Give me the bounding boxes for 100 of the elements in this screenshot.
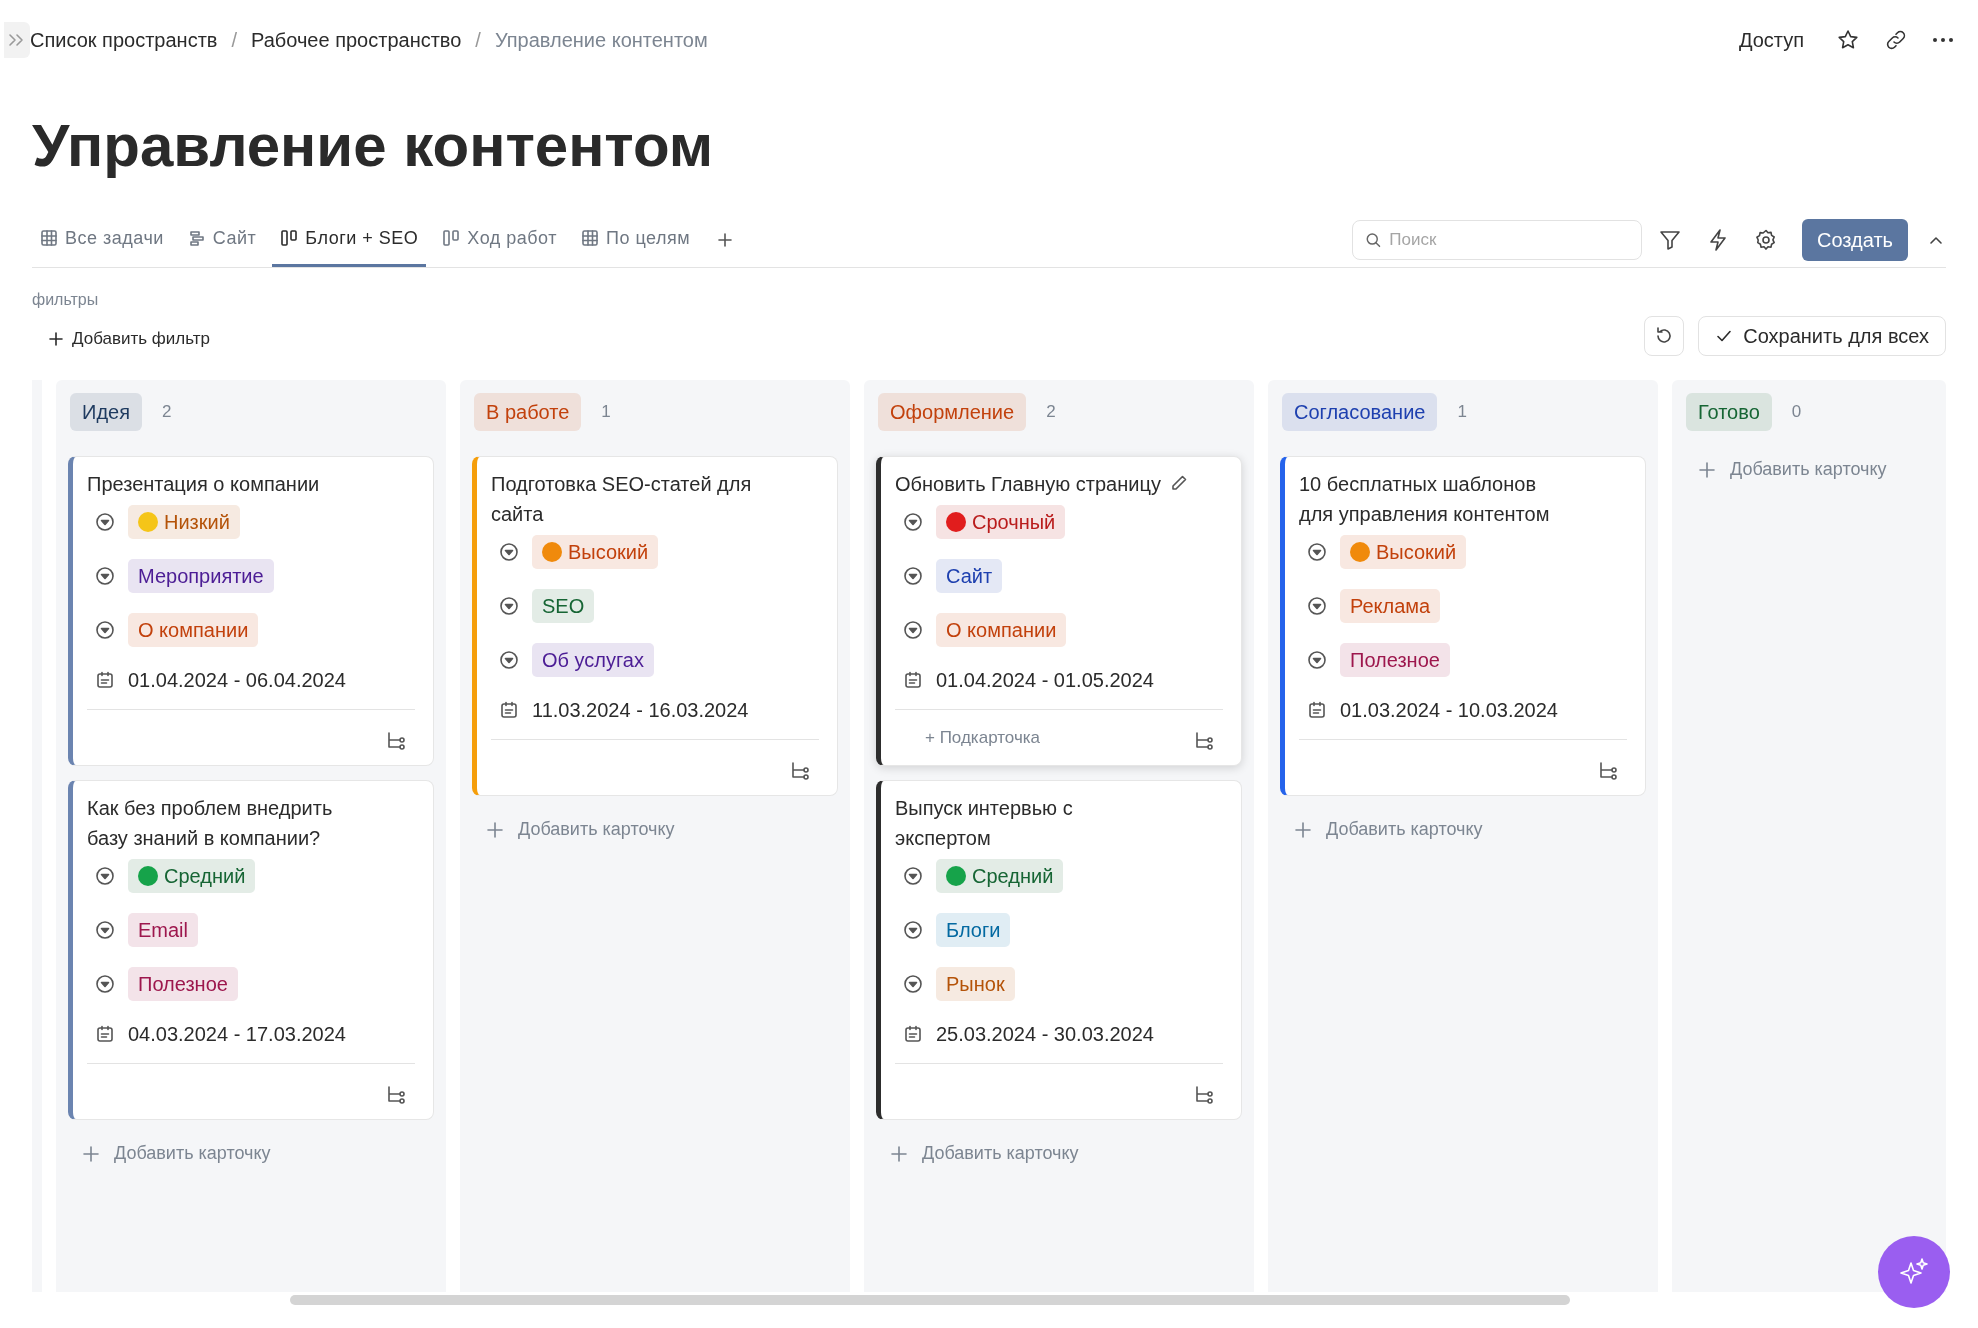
column-status-label: Согласование: [1282, 393, 1438, 431]
filters-label: фильтры: [32, 290, 100, 310]
plus-icon: [890, 1144, 908, 1163]
dropdown-icon[interactable]: [1307, 596, 1327, 616]
tag[interactable]: Сайт: [936, 559, 1003, 593]
tag[interactable]: Рынок: [936, 967, 1015, 1001]
page-title: Управление контентом: [32, 111, 714, 181]
add-filter-button[interactable]: Добавить фильтр: [48, 326, 211, 352]
add-tab-icon[interactable]: [716, 230, 735, 249]
breadcrumb-link[interactable]: Рабочее пространство: [251, 25, 462, 55]
tag[interactable]: Email: [128, 913, 198, 947]
dropdown-icon[interactable]: [1307, 542, 1327, 562]
dropdown-icon[interactable]: [903, 974, 923, 994]
more-icon[interactable]: [1932, 37, 1954, 43]
card-title: Обновить Главную страницу: [895, 472, 1161, 497]
date-range: 25.03.2024 - 30.03.2024: [936, 1022, 1154, 1047]
link-icon[interactable]: [1884, 28, 1908, 52]
calendar-icon: [903, 1024, 923, 1044]
calendar-icon: [95, 670, 115, 690]
tag[interactable]: Высокий: [532, 535, 659, 569]
column-status-label: В работе: [474, 393, 582, 431]
task-card[interactable]: Подготовка SEO-статей для сайта Высокий SEO Об услугах 11.03.2024 - 16.03.2024: [472, 456, 838, 796]
tag[interactable]: Высокий: [1340, 535, 1467, 569]
task-card[interactable]: 10 бесплатных шаблонов для управления контентом Высокий Реклама Полезное 01.03.2024 - 10.03.2024: [1280, 456, 1646, 796]
task-card[interactable]: Выпуск интервью с экспертом Средний Блоги Рынок 25.03.2024 - 30.03.2024: [876, 780, 1242, 1120]
tag[interactable]: О компании: [936, 613, 1067, 647]
tag[interactable]: Полезное: [1340, 643, 1450, 677]
add-card-button[interactable]: Добавить карточку: [1294, 816, 1483, 843]
card-title: Как без проблем внедрить базу знаний в компании?: [87, 796, 334, 851]
dropdown-icon[interactable]: [499, 542, 519, 562]
tag[interactable]: SEO: [532, 589, 595, 623]
breadcrumb-link[interactable]: Список пространств: [30, 25, 218, 55]
dropdown-icon[interactable]: [95, 920, 115, 940]
view-tab[interactable]: Сайт: [179, 212, 265, 267]
tag[interactable]: Реклама: [1340, 589, 1441, 623]
dropdown-icon[interactable]: [95, 566, 115, 586]
tag[interactable]: Средний: [936, 859, 1064, 893]
plus-icon: [48, 330, 64, 347]
settings-icon[interactable]: [1754, 227, 1778, 252]
dropdown-icon[interactable]: [95, 620, 115, 640]
view-tab[interactable]: Все задачи: [32, 212, 172, 267]
subtask-icon[interactable]: [1597, 759, 1619, 782]
task-card[interactable]: Презентация о компании Низкий Мероприятие О компании 01.04.2024 - 06.04.2024: [68, 456, 434, 766]
subtask-icon[interactable]: [385, 729, 407, 752]
view-tab[interactable]: По целям: [572, 212, 699, 267]
dropdown-icon[interactable]: [903, 566, 923, 586]
grid-icon: [40, 229, 58, 247]
board-icon: [280, 229, 299, 247]
task-card[interactable]: Обновить Главную страницу Срочный Сайт О компании 01.04.2024 - 01.05.2024 + Подкарточка: [876, 456, 1242, 766]
subtask-icon[interactable]: [1193, 729, 1215, 752]
subtask-icon[interactable]: [1193, 1083, 1215, 1106]
dropdown-icon[interactable]: [903, 512, 923, 532]
horizontal-scrollbar[interactable]: [290, 1295, 1570, 1305]
dropdown-icon[interactable]: [499, 650, 519, 670]
tag[interactable]: Средний: [128, 859, 256, 893]
search-field[interactable]: Поиск: [1352, 219, 1642, 260]
task-card[interactable]: Как без проблем внедрить базу знаний в компании? Средний Email Полезное 04.03.2024 - 17.03.2024: [68, 780, 434, 1120]
calendar-icon: [903, 670, 923, 690]
subtask-icon[interactable]: [385, 1083, 407, 1106]
add-card-button[interactable]: Добавить карточку: [890, 1140, 1079, 1167]
timeline-icon: [187, 229, 206, 247]
dropdown-icon[interactable]: [95, 866, 115, 886]
dropdown-icon[interactable]: [903, 920, 923, 940]
create-button[interactable]: Создать: [1802, 218, 1908, 261]
tag[interactable]: О компании: [128, 613, 259, 647]
view-tab[interactable]: Блоги + SEO: [272, 212, 427, 267]
breadcrumb-link[interactable]: Управление контентом: [494, 25, 708, 55]
dropdown-icon[interactable]: [499, 596, 519, 616]
grid-icon: [580, 229, 599, 247]
column-count: 2: [162, 401, 172, 424]
add-card-button[interactable]: Добавить карточку: [82, 1140, 271, 1167]
calendar-icon: [1307, 700, 1327, 720]
card-title: Выпуск интервью с экспертом: [895, 796, 1074, 851]
tag[interactable]: Блоги: [936, 913, 1011, 947]
star-icon[interactable]: [1836, 28, 1860, 52]
dropdown-icon[interactable]: [903, 620, 923, 640]
dropdown-icon[interactable]: [95, 512, 115, 532]
calendar-icon: [499, 700, 519, 720]
search-input[interactable]: Поиск: [1389, 226, 1629, 253]
add-subcard-button[interactable]: + Подкарточка: [925, 724, 1040, 751]
column-count: 2: [1046, 401, 1056, 424]
view-tab[interactable]: Ход работ: [434, 212, 565, 267]
tag[interactable]: Низкий: [128, 505, 240, 539]
tag[interactable]: Полезное: [128, 967, 238, 1001]
tag[interactable]: Мероприятие: [128, 559, 274, 593]
tag[interactable]: Срочный: [936, 505, 1066, 539]
dropdown-icon[interactable]: [95, 974, 115, 994]
access-button[interactable]: Доступ: [1730, 21, 1812, 59]
card-title: Подготовка SEO-статей для сайта: [491, 472, 753, 527]
dropdown-icon[interactable]: [903, 866, 923, 886]
date-range: 11.03.2024 - 16.03.2024: [532, 698, 749, 723]
tag[interactable]: Об услугах: [532, 643, 654, 677]
search-icon: [1365, 230, 1382, 249]
add-card-button[interactable]: Добавить карточку: [486, 816, 675, 843]
reset-button[interactable]: [1644, 316, 1685, 356]
subtask-icon[interactable]: [789, 759, 811, 782]
save-for-all-button[interactable]: Сохранить для всех: [1698, 316, 1946, 356]
dropdown-icon[interactable]: [1307, 650, 1327, 670]
add-card-button[interactable]: Добавить карточку: [1698, 456, 1887, 483]
date-range: 01.04.2024 - 06.04.2024: [128, 668, 346, 693]
